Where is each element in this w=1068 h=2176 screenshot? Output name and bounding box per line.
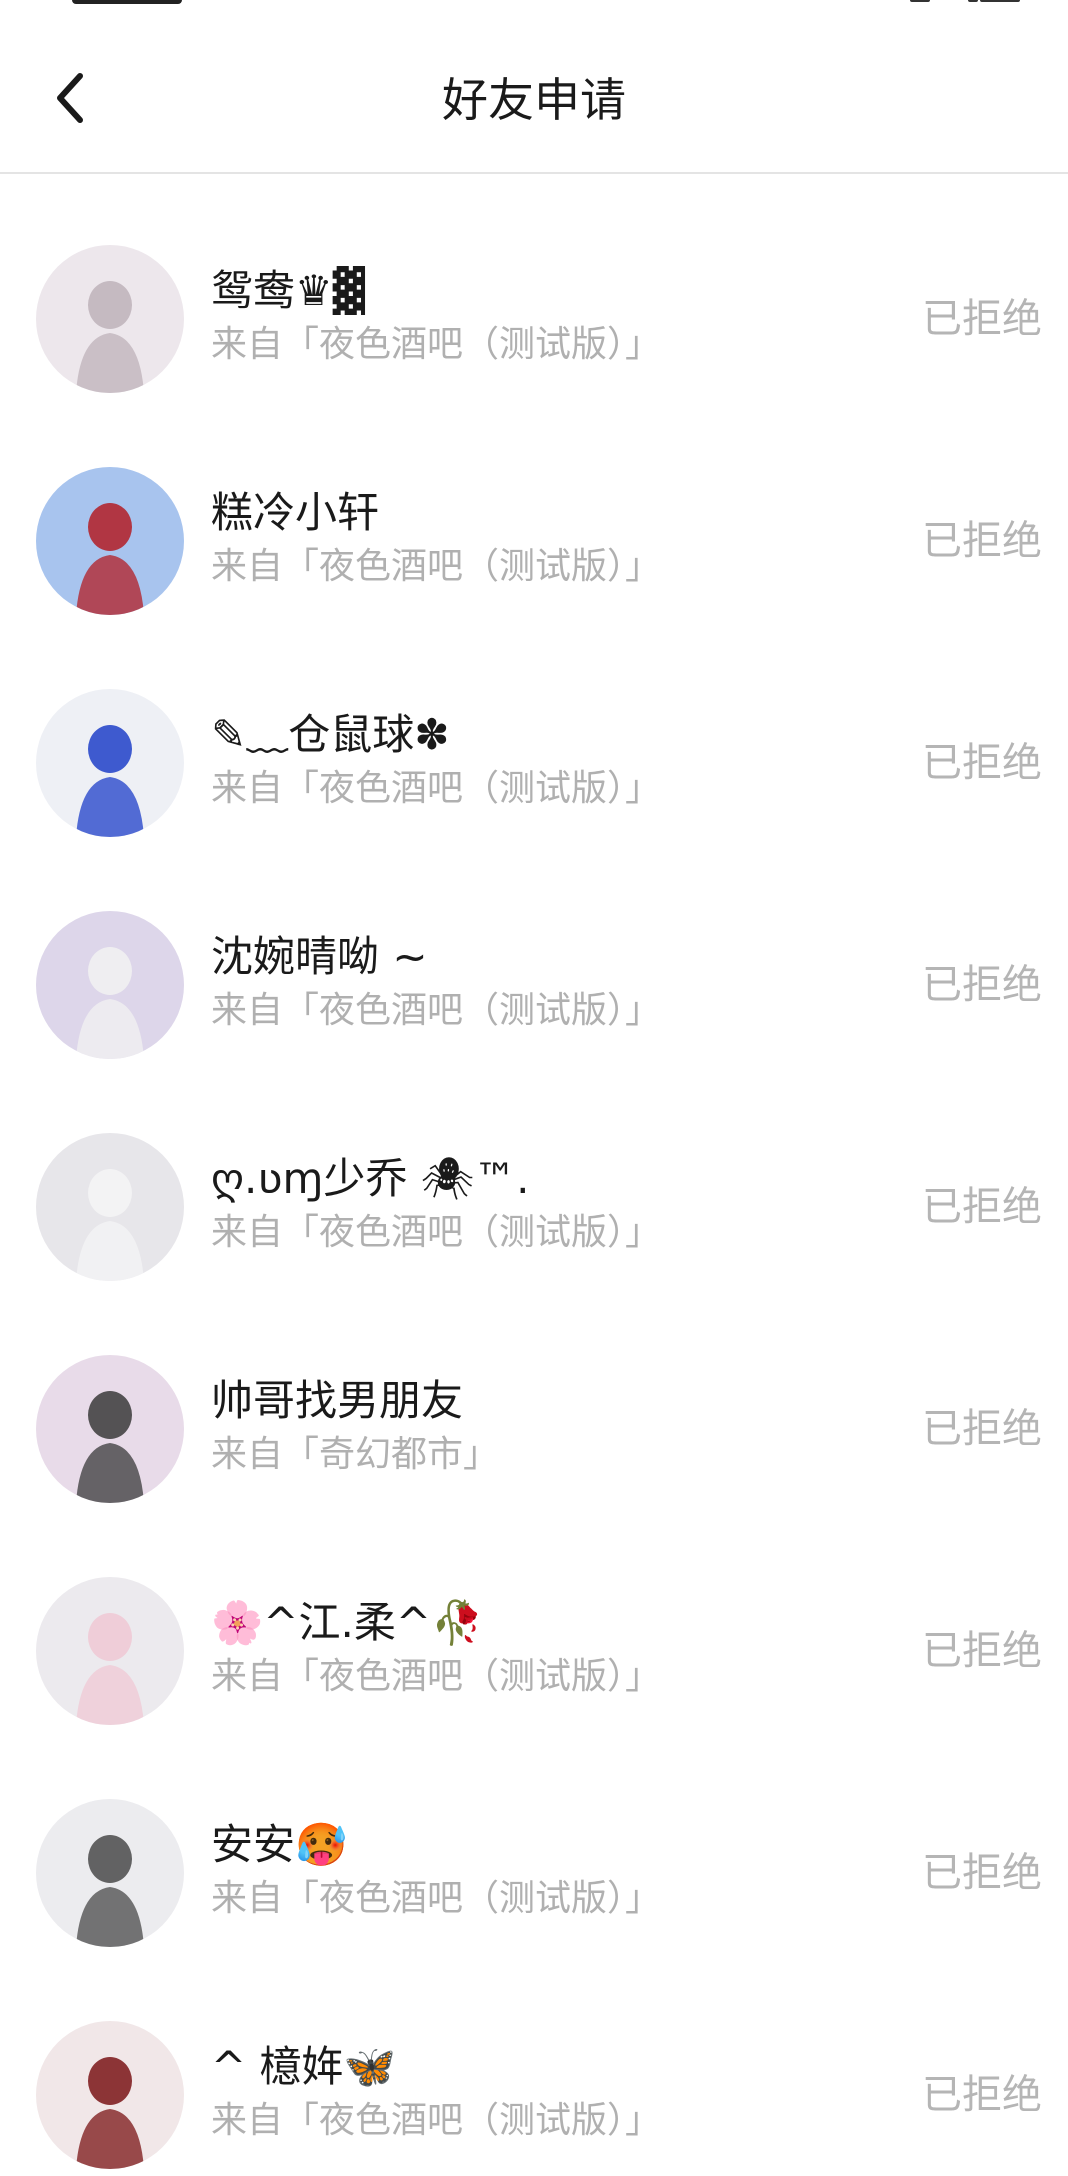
- avatar[interactable]: [36, 2021, 184, 2169]
- request-source: 来自「夜色酒吧（测试版）」: [211, 1212, 662, 1253]
- friend-request-row[interactable]: 鸳鸯♛▓ 来自「夜色酒吧（测试版）」 已拒绝: [0, 175, 1068, 397]
- avatar[interactable]: [36, 911, 184, 1059]
- request-source: 来自「奇幻都市」: [211, 1434, 500, 1475]
- request-name: 鸳鸯♛▓: [211, 266, 365, 315]
- friend-request-row[interactable]: ✎﹏仓鼠球✽ 来自「夜色酒吧（测试版）」 已拒绝: [0, 619, 1068, 841]
- friend-request-row[interactable]: 帅哥找男朋友 来自「奇幻都市」 已拒绝: [0, 1285, 1068, 1507]
- friend-request-list: 鸳鸯♛▓ 来自「夜色酒吧（测试版）」 已拒绝 糕冷小轩 来自「夜色酒吧（测试版）…: [0, 175, 1068, 2173]
- request-status: 已拒绝: [922, 2072, 1042, 2118]
- request-name: 沈婉晴呦 ~: [211, 932, 428, 981]
- friend-request-row[interactable]: ^ 檍姩🦋 来自「夜色酒吧（测试版）」 已拒绝: [0, 1951, 1068, 2173]
- request-name: 糕冷小轩: [211, 488, 380, 537]
- avatar[interactable]: [36, 689, 184, 837]
- request-name: ^ 檍姩🦋: [211, 2042, 396, 2091]
- request-name: ✎﹏仓鼠球✽: [211, 710, 450, 759]
- request-status: 已拒绝: [922, 1406, 1042, 1452]
- avatar[interactable]: [36, 1133, 184, 1281]
- avatar[interactable]: [36, 467, 184, 615]
- avatar[interactable]: [36, 1577, 184, 1725]
- friend-request-row[interactable]: 糕冷小轩 来自「夜色酒吧（测试版）」 已拒绝: [0, 397, 1068, 619]
- request-status: 已拒绝: [922, 1850, 1042, 1896]
- request-name: 帅哥找男朋友: [211, 1376, 464, 1425]
- friend-request-row[interactable]: ღ.ʋɱ少乔 🕷™. 来自「夜色酒吧（测试版）」 已拒绝: [0, 1063, 1068, 1285]
- request-source: 来自「夜色酒吧（测试版）」: [211, 2100, 662, 2141]
- request-status: 已拒绝: [922, 518, 1042, 564]
- request-status: 已拒绝: [922, 1184, 1042, 1230]
- friend-request-row[interactable]: 沈婉晴呦 ~ 来自「夜色酒吧（测试版）」 已拒绝: [0, 841, 1068, 1063]
- friend-request-row[interactable]: 安安🥵 来自「夜色酒吧（测试版）」 已拒绝: [0, 1729, 1068, 1951]
- page-title: 好友申请: [442, 73, 626, 127]
- request-name: ღ.ʋɱ少乔 🕷™.: [211, 1154, 530, 1203]
- request-status: 已拒绝: [922, 962, 1042, 1008]
- request-status: 已拒绝: [922, 1628, 1042, 1674]
- request-name: 🌸^江.柔^🥀: [211, 1598, 484, 1647]
- avatar[interactable]: [36, 1355, 184, 1503]
- request-name: 安安🥵: [211, 1820, 348, 1869]
- status-bar: [0, 0, 1068, 14]
- request-source: 来自「夜色酒吧（测试版）」: [211, 324, 662, 365]
- request-source: 来自「夜色酒吧（测试版）」: [211, 1878, 662, 1919]
- request-source: 来自「夜色酒吧（测试版）」: [211, 990, 662, 1031]
- friend-request-row[interactable]: 🌸^江.柔^🥀 来自「夜色酒吧（测试版）」 已拒绝: [0, 1507, 1068, 1729]
- request-status: 已拒绝: [922, 296, 1042, 342]
- status-icons: [910, 0, 1020, 6]
- nav-bar: 好友申请: [0, 28, 1068, 174]
- avatar[interactable]: [36, 245, 184, 393]
- request-source: 来自「夜色酒吧（测试版）」: [211, 768, 662, 809]
- avatar[interactable]: [36, 1799, 184, 1947]
- status-time: [72, 0, 182, 4]
- request-source: 来自「夜色酒吧（测试版）」: [211, 1656, 662, 1697]
- request-source: 来自「夜色酒吧（测试版）」: [211, 546, 662, 587]
- request-status: 已拒绝: [922, 740, 1042, 786]
